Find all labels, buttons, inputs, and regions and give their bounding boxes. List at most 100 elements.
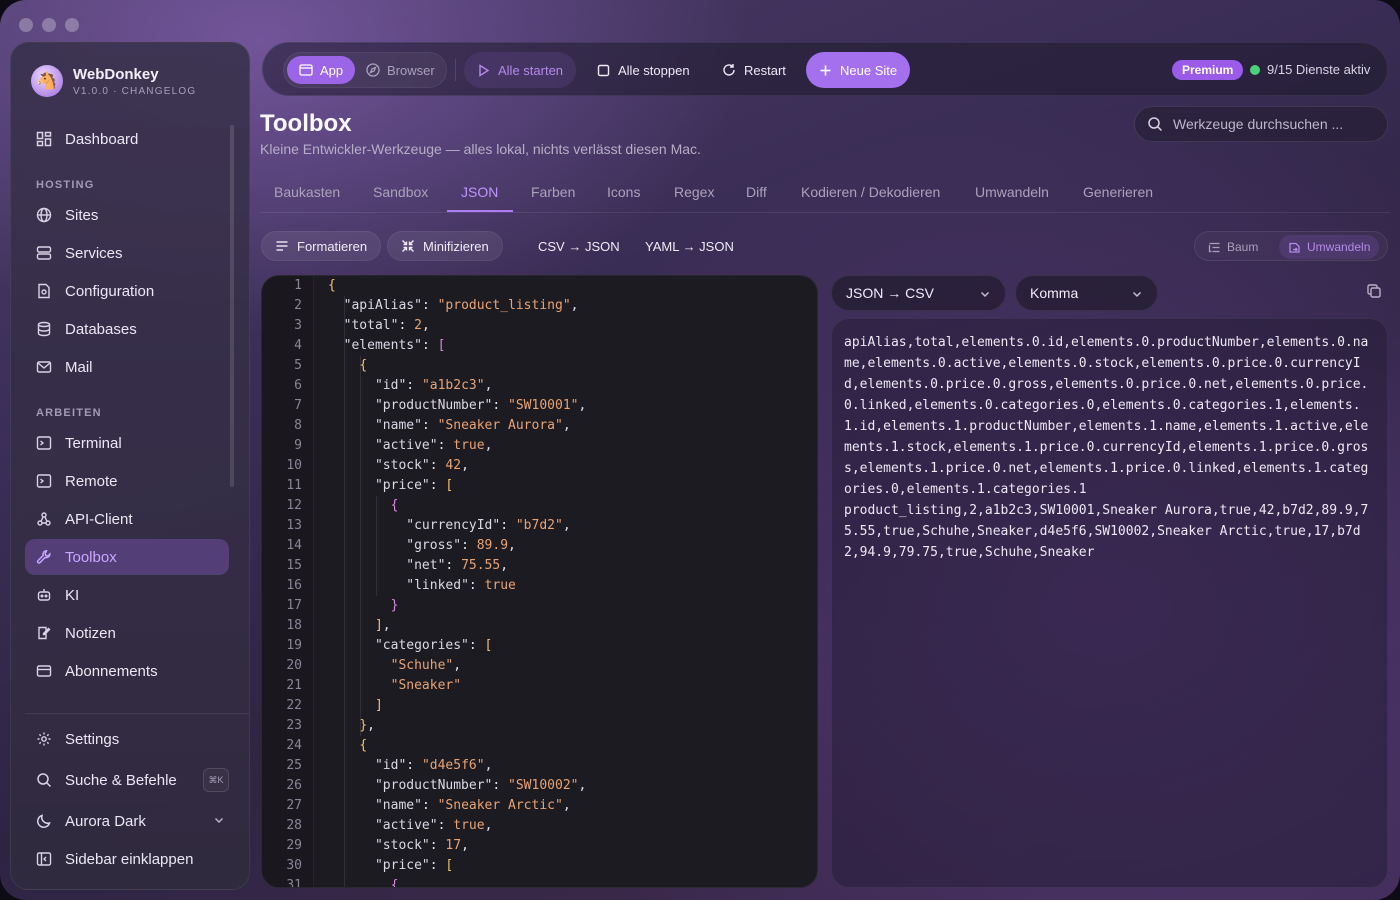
tab-generieren[interactable]: Generieren xyxy=(1083,184,1153,200)
code-token: : xyxy=(406,758,422,773)
sidebar-item-label: Sidebar einklappen xyxy=(65,850,194,868)
sidebar-item-configuration[interactable]: Configuration xyxy=(25,273,229,309)
line-number: 23 xyxy=(286,718,302,733)
services-status[interactable]: 9/15 Dienste aktiv xyxy=(1267,62,1370,77)
sidebar-item-services[interactable]: Services xyxy=(25,235,229,271)
line-number: 14 xyxy=(286,538,302,553)
code-token: [ xyxy=(484,638,493,653)
code-text: "categories": [ xyxy=(328,636,492,656)
sidebar-item-remote[interactable]: Remote xyxy=(25,463,229,499)
zoom-window-button[interactable] xyxy=(65,18,79,32)
sidebar-item-settings[interactable]: Settings xyxy=(25,721,229,757)
code-token: "id" xyxy=(374,758,407,773)
line-number: 21 xyxy=(286,678,302,693)
code-token: , xyxy=(578,398,587,413)
tree-view-button[interactable]: Baum xyxy=(1199,235,1267,259)
sidebar-item-sites[interactable]: Sites xyxy=(25,197,229,233)
tab-baukasten[interactable]: Baukasten xyxy=(274,184,340,200)
code-token: , xyxy=(500,558,509,573)
code-text: { xyxy=(328,736,367,756)
new-site-button[interactable]: Neue Site xyxy=(806,52,911,88)
code-token: : xyxy=(429,858,446,873)
sidebar-item-search-commands[interactable]: Suche & Befehle ⌘K xyxy=(25,762,229,798)
code-line: 13 "currencyId": "b7d2", xyxy=(262,516,817,536)
app-version-changelog[interactable]: V1.0.0 · CHANGELOG xyxy=(73,86,196,97)
delimiter-value: Komma xyxy=(1030,285,1079,301)
close-window-button[interactable] xyxy=(19,18,33,32)
code-token: : xyxy=(468,578,485,593)
tab-sandbox[interactable]: Sandbox xyxy=(373,184,428,200)
moon-icon xyxy=(35,812,53,830)
sidebar-item-ki[interactable]: KI xyxy=(25,577,229,613)
format-button[interactable]: Formatieren xyxy=(261,231,382,261)
code-token: { xyxy=(390,878,399,888)
terminal-icon xyxy=(35,434,53,452)
mode-browser-button[interactable]: Browser xyxy=(354,56,447,84)
code-token: , xyxy=(570,298,579,313)
sidebar-item-api-client[interactable]: API-Client xyxy=(25,501,229,537)
notes-icon xyxy=(35,624,53,642)
code-line: 28 "active": true, xyxy=(262,816,817,836)
minimize-window-button[interactable] xyxy=(42,18,56,32)
code-token: , xyxy=(484,758,493,773)
sidebar-item-collapse[interactable]: Sidebar einklappen xyxy=(25,841,229,877)
search-input[interactable] xyxy=(1173,116,1373,132)
tab-farben[interactable]: Farben xyxy=(531,184,575,200)
sidebar-item-terminal[interactable]: Terminal xyxy=(25,425,229,461)
copy-icon[interactable] xyxy=(1366,283,1382,304)
stop-all-button[interactable]: Alle stoppen xyxy=(584,52,703,88)
tool-search[interactable] xyxy=(1134,106,1388,142)
status-dot xyxy=(1250,65,1260,75)
convert-label: Umwandeln xyxy=(1307,240,1371,254)
sidebar-item-databases[interactable]: Databases xyxy=(25,311,229,347)
tab-umwandeln[interactable]: Umwandeln xyxy=(975,184,1049,200)
sidebar-item-label: Configuration xyxy=(65,282,155,300)
convert-view-button[interactable]: Umwandeln xyxy=(1279,235,1380,259)
start-all-button[interactable]: Alle starten xyxy=(464,52,577,88)
mode-app-button[interactable]: App xyxy=(287,56,356,84)
sidebar-item-abonnements[interactable]: Abonnements xyxy=(25,653,229,689)
tab-icons[interactable]: Icons xyxy=(607,184,640,200)
sidebar-item-label: Remote xyxy=(65,472,118,490)
theme-selector[interactable]: Aurora Dark xyxy=(25,803,229,839)
sidebar-scrollbar[interactable] xyxy=(230,125,234,487)
code-token: true xyxy=(484,578,516,593)
tab-regex[interactable]: Regex xyxy=(674,184,714,200)
conversion-mode-select[interactable]: JSON → CSV xyxy=(831,275,1006,311)
brand[interactable]: 🐴 WebDonkey V1.0.0 · CHANGELOG xyxy=(31,65,196,97)
line-number: 12 xyxy=(286,498,302,513)
sidebar-item-label: Databases xyxy=(65,320,137,338)
code-line: 30 "price": [ xyxy=(262,856,817,876)
minify-button[interactable]: Minifizieren xyxy=(387,231,503,261)
code-text: "Sneaker" xyxy=(328,676,461,696)
json-editor[interactable]: 1{2 "apiAlias": "product_listing", 3 "tot… xyxy=(261,275,818,888)
code-text: "productNumber": "SW10001", xyxy=(328,396,586,416)
sidebar-item-notizen[interactable]: Notizen xyxy=(25,615,229,651)
csv-to-json-button[interactable]: CSV → JSON xyxy=(525,231,633,261)
csv-output[interactable]: apiAlias,total,elements.0.id,elements.0.… xyxy=(831,318,1388,888)
code-text: "linked": true xyxy=(328,576,516,596)
code-line: 25 "id": "d4e5f6", xyxy=(262,756,817,776)
tab-json[interactable]: JSON xyxy=(461,184,498,200)
sidebar-item-dashboard[interactable]: Dashboard xyxy=(25,121,229,157)
code-line: 12 { xyxy=(262,496,817,516)
sidebar-collapse-icon xyxy=(35,850,53,868)
tab-kodieren[interactable]: Kodieren / Dekodieren xyxy=(801,184,940,200)
code-token: ] xyxy=(374,698,383,713)
sidebar-item-label: Mail xyxy=(65,358,93,376)
tab-diff[interactable]: Diff xyxy=(746,184,767,200)
code-line: 10 "stock": 42, xyxy=(262,456,817,476)
sidebar-item-toolbox[interactable]: Toolbox xyxy=(25,539,229,575)
restart-button[interactable]: Restart xyxy=(709,52,799,88)
section-arbeiten: ARBEITEN xyxy=(36,407,102,419)
yaml-to-json-button[interactable]: YAML → JSON xyxy=(632,231,747,261)
code-token: [ xyxy=(445,858,454,873)
sidebar-item-mail[interactable]: Mail xyxy=(25,349,229,385)
delimiter-select[interactable]: Komma xyxy=(1015,275,1158,311)
premium-badge[interactable]: Premium xyxy=(1172,60,1244,80)
code-line: 31 { xyxy=(262,876,817,888)
